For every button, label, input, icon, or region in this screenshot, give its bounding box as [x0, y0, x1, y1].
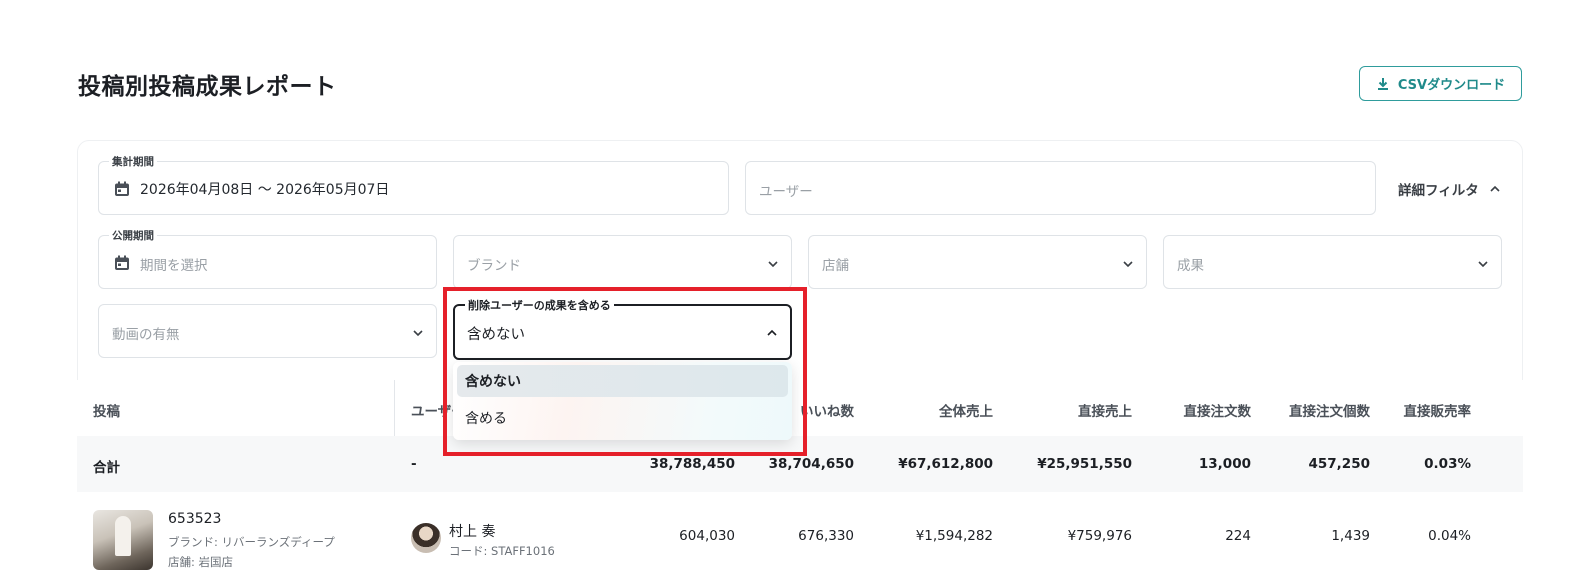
total-direct-orders: 13,000: [1198, 456, 1251, 472]
brand-select[interactable]: ブランド: [453, 235, 792, 289]
total-direct-items: 457,250: [1308, 456, 1371, 472]
avatar: [411, 523, 441, 553]
row-direct-items: 1,439: [1331, 528, 1370, 544]
total-likes: 38,704,650: [768, 456, 854, 472]
period-field[interactable]: 集計期間 2026年04月08日 〜 2026年05月07日: [98, 154, 729, 215]
csv-download-button[interactable]: CSVダウンロード: [1359, 66, 1522, 101]
result-placeholder: 成果: [1177, 258, 1204, 274]
total-col-a: 38,788,450: [649, 456, 735, 472]
table-total-row: 合計 - 38,788,450 38,704,650 ¥67,612,800 ¥…: [77, 436, 1523, 492]
row-direct-rate: 0.04%: [1428, 528, 1471, 544]
post-brand: ブランド: リバーランズディープ: [168, 535, 335, 549]
csv-download-label: CSVダウンロード: [1397, 78, 1506, 93]
total-direct-sales: ¥25,951,550: [1037, 456, 1132, 472]
user-name[interactable]: 村上 奏: [449, 521, 495, 541]
publish-period-placeholder: 期間を選択: [140, 258, 208, 274]
chevron-down-icon: [1478, 261, 1488, 268]
detail-filter-label: 詳細フィルタ: [1398, 183, 1479, 199]
deleted-users-label: 削除ユーザーの成果を含める: [465, 297, 614, 313]
deleted-users-dropdown: 含めない 含める: [453, 362, 792, 440]
row-direct-sales: ¥759,976: [1067, 528, 1132, 544]
chevron-up-icon: [767, 329, 777, 336]
video-placeholder: 動画の有無: [112, 327, 180, 343]
total-label: 合計: [93, 460, 120, 476]
row-total-sales: ¥1,594,282: [915, 528, 993, 544]
result-select[interactable]: 成果: [1163, 235, 1502, 289]
user-field[interactable]: ユーザー: [745, 161, 1376, 215]
header-direct-sales: 直接売上: [1078, 404, 1132, 420]
page-title: 投稿別投稿成果レポート: [78, 74, 337, 100]
deleted-users-select[interactable]: 削除ユーザーの成果を含める 含めない: [453, 297, 792, 360]
publish-period-label: 公開期間: [109, 228, 157, 243]
period-value: 2026年04月08日 〜 2026年05月07日: [140, 182, 390, 198]
total-total-sales: ¥67,612,800: [898, 456, 993, 472]
chevron-down-icon: [413, 330, 423, 337]
deleted-users-value: 含めない: [467, 327, 525, 343]
total-user: -: [411, 456, 417, 472]
total-direct-rate: 0.03%: [1424, 456, 1471, 472]
publish-period-field[interactable]: 公開期間 期間を選択: [98, 228, 437, 289]
user-code: コード: STAFF1016: [449, 544, 555, 558]
table-row[interactable]: 653523 ブランド: リバーランズディープ 店舗: 岩国店 村上 奏 コード…: [77, 492, 1523, 570]
row-col-a: 604,030: [679, 528, 735, 544]
download-icon: [1377, 77, 1388, 90]
detail-filter-toggle[interactable]: 詳細フィルタ: [1398, 179, 1501, 199]
header-direct-items: 直接注文個数: [1289, 404, 1370, 420]
period-label: 集計期間: [109, 154, 157, 169]
row-likes: 676,330: [798, 528, 854, 544]
chevron-down-icon: [768, 261, 778, 268]
post-thumbnail[interactable]: [93, 510, 153, 570]
brand-placeholder: ブランド: [467, 258, 521, 274]
table-header: 投稿 ユーザー いいね数 全体売上 直接売上 直接注文数 直接注文個数 直接販売…: [77, 380, 1523, 436]
post-store: 店舗: 岩国店: [168, 555, 234, 569]
store-select[interactable]: 店舗: [808, 235, 1147, 289]
post-id[interactable]: 653523: [168, 511, 221, 527]
header-post: 投稿: [93, 404, 120, 420]
option-include[interactable]: 含める: [457, 402, 788, 434]
header-total-sales: 全体売上: [939, 404, 993, 420]
header-likes: いいね数: [800, 404, 854, 420]
chevron-down-icon: [1123, 261, 1133, 268]
row-direct-orders: 224: [1225, 528, 1251, 544]
option-exclude[interactable]: 含めない: [457, 365, 788, 397]
header-direct-rate: 直接販売率: [1403, 404, 1472, 420]
chevron-up-icon: [1490, 185, 1500, 192]
header-direct-orders: 直接注文数: [1183, 404, 1252, 420]
user-placeholder: ユーザー: [759, 184, 813, 200]
calendar-icon: [115, 181, 129, 196]
calendar-icon: [115, 255, 129, 270]
store-placeholder: 店舗: [822, 258, 849, 274]
video-select[interactable]: 動画の有無: [98, 304, 437, 358]
